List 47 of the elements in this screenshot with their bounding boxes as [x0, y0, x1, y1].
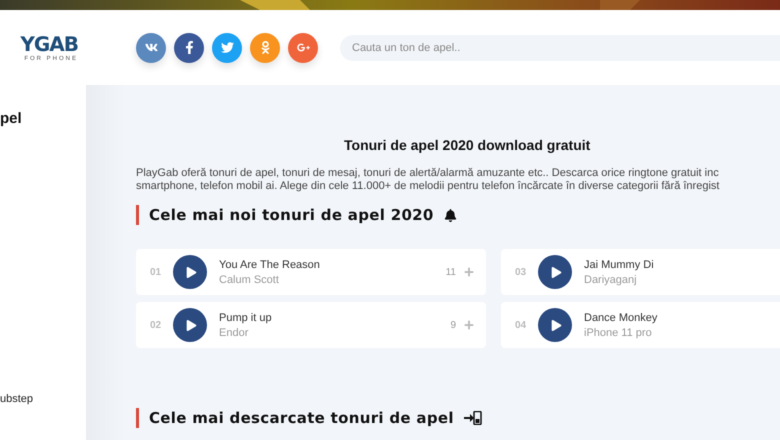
add-icon[interactable]	[464, 267, 474, 277]
add-icon[interactable]	[464, 320, 474, 330]
track-title: Pump it up	[219, 312, 273, 324]
arrow-into-phone-icon	[464, 411, 482, 425]
track-number: 01	[150, 266, 162, 278]
facebook-button[interactable]	[174, 32, 204, 62]
search-field[interactable]: Cauta un ton de apel..	[340, 34, 780, 60]
play-button[interactable]	[538, 308, 572, 342]
odnoklassniki-logo-icon	[258, 41, 272, 54]
ringtone-card[interactable]: 03 Jai Mummy Di Dariyaganj	[501, 249, 780, 295]
download-count: 11	[446, 266, 456, 278]
section-heading: Cele mai descarcate tonuri de apel	[149, 409, 454, 427]
section-heading: Cele mai noi tonuri de apel 2020	[149, 206, 434, 224]
intro-paragraph: PlayGab oferă tonuri de apel, tonuri de mesaj, tonuri de alertă/alarmă amuzante etc.. Descarca orice ringtone gratuit inc smartphone, telefon mobil ai. Alege din cele 11.000+ de melodii pentru telefon încărcate în diverse categorii fără înregist	[136, 167, 720, 193]
ringtone-card[interactable]: 02 Pump it up Endor 9	[136, 302, 486, 348]
track-title: Dance Monkey	[584, 312, 658, 324]
vk-logo-icon	[144, 41, 158, 54]
track-artist: Endor	[219, 326, 250, 338]
googleplus-button[interactable]	[288, 32, 318, 62]
play-icon	[186, 266, 196, 278]
odnoklassniki-button[interactable]	[250, 32, 280, 62]
sidebar-item[interactable]: ubstep	[0, 393, 86, 405]
track-title: You Are The Reason	[219, 258, 321, 270]
vk-button[interactable]	[136, 32, 166, 62]
bell-icon	[444, 208, 457, 222]
play-icon	[550, 266, 562, 278]
play-button[interactable]	[173, 255, 207, 289]
play-icon	[550, 320, 562, 330]
track-number: 02	[150, 320, 162, 330]
sidebar-heading: pel	[0, 110, 23, 127]
track-number: 04	[515, 320, 528, 330]
play-icon	[186, 320, 196, 330]
track-number: 03	[515, 266, 528, 278]
googleplus-logo-icon	[296, 41, 310, 54]
page-title: Tonuri de apel 2020 download gratuit	[344, 137, 592, 153]
twitter-button[interactable]	[212, 32, 242, 62]
twitter-logo-icon	[220, 41, 234, 54]
track-artist: Calum Scott	[219, 274, 280, 286]
ringtone-card[interactable]: 01 You Are The Reason Calum Scott 11	[136, 249, 486, 295]
ringtone-card[interactable]: 04 Dance Monkey iPhone 11 pro	[501, 302, 780, 348]
download-count: 9	[450, 320, 456, 330]
track-title: Jai Mummy Di	[584, 258, 655, 270]
logo[interactable]: YGAB	[20, 34, 78, 54]
play-button[interactable]	[538, 255, 572, 289]
track-artist: iPhone 11 pro	[584, 326, 653, 338]
play-button[interactable]	[173, 308, 207, 342]
track-artist: Dariyaganj	[584, 274, 638, 286]
